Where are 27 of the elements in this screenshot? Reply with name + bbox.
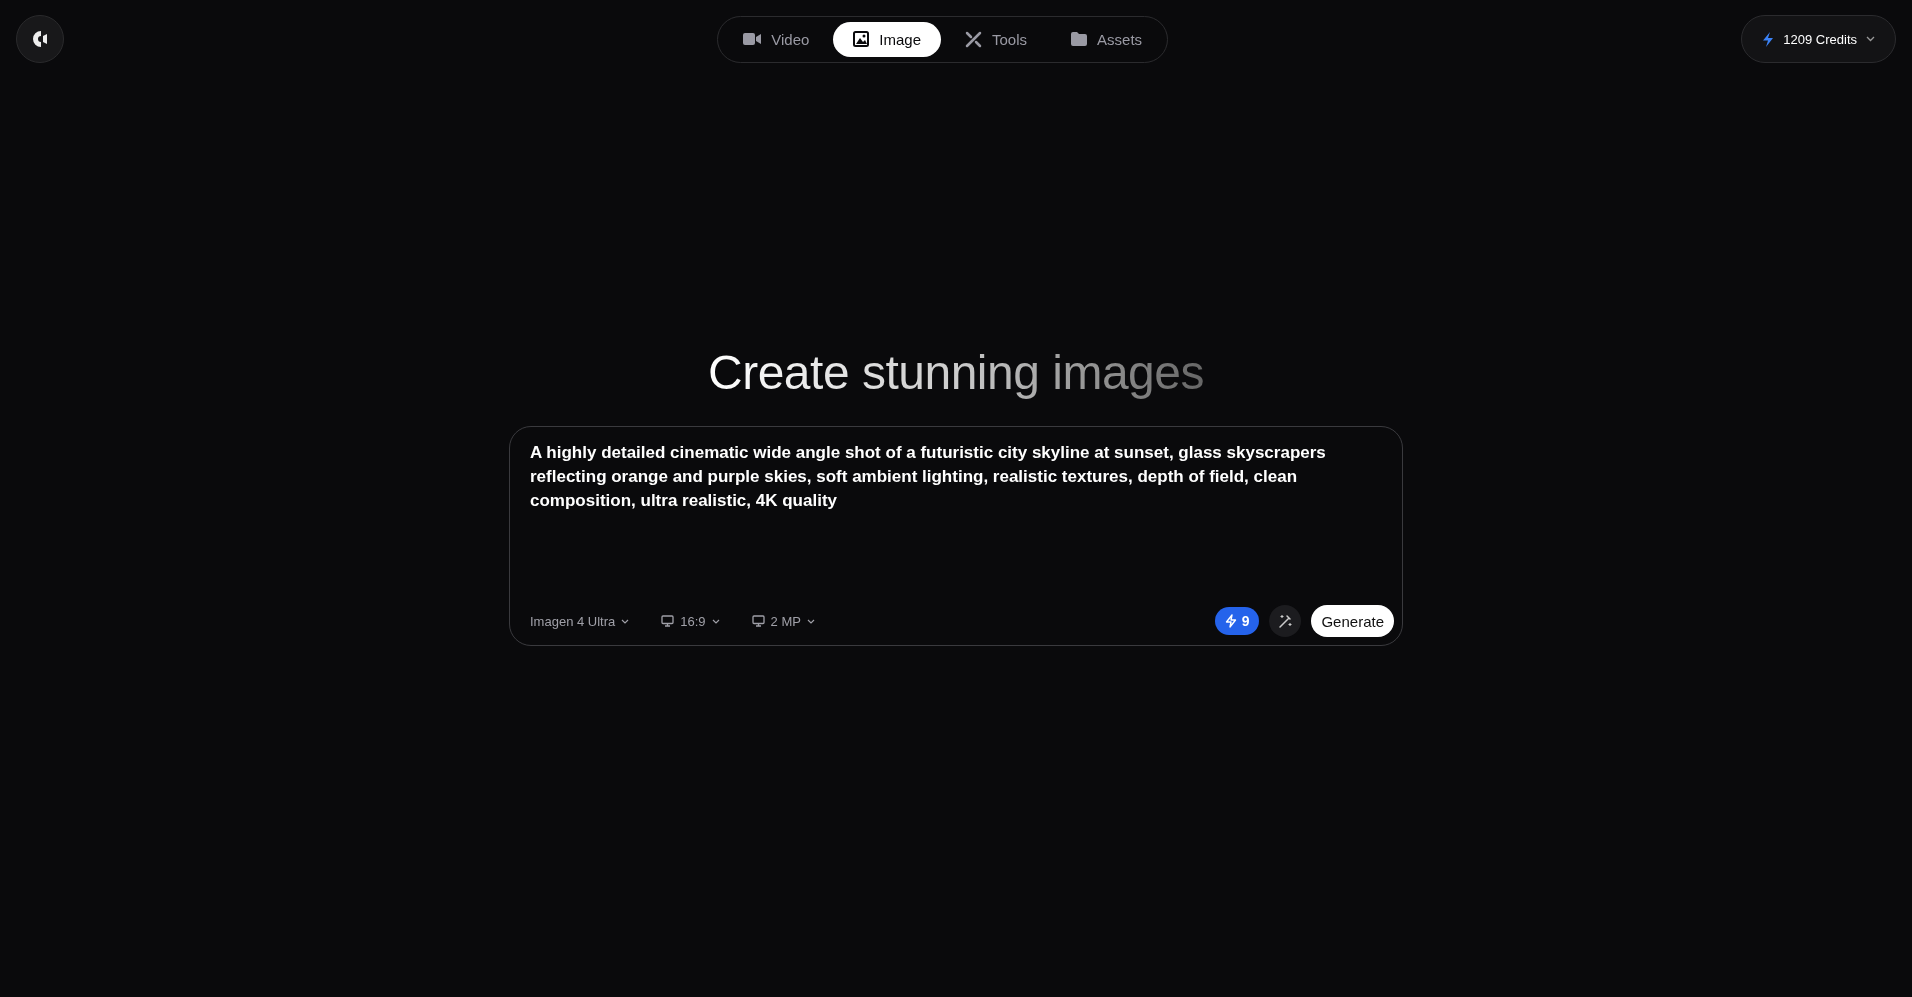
option-dropdown[interactable]: 2 MP — [751, 609, 829, 633]
chevron-down-icon — [806, 618, 815, 624]
chevron-down-icon — [711, 618, 720, 624]
generate-button[interactable]: Generate — [1311, 605, 1394, 637]
logo-button[interactable] — [16, 15, 64, 63]
logo-icon — [32, 30, 48, 48]
lightning-icon — [1762, 31, 1775, 47]
mode-tab[interactable]: Video — [723, 21, 830, 57]
monitor-icon — [661, 615, 675, 627]
mode-tab[interactable]: Image — [833, 21, 941, 57]
magic-wand-icon — [1277, 613, 1294, 629]
video-camera-icon — [743, 32, 762, 46]
chevron-down-icon — [1866, 36, 1875, 42]
monitor-icon — [751, 615, 765, 627]
lightning-icon — [1224, 614, 1237, 628]
mode-tab[interactable]: Tools — [945, 21, 1048, 57]
enhance-button[interactable] — [1269, 605, 1302, 637]
option-dropdown[interactable]: Imagen 4 Ultra — [530, 609, 644, 633]
cost-badge: 9 — [1214, 607, 1260, 635]
mode-tab[interactable]: Assets — [1051, 21, 1163, 57]
tools-icon — [965, 30, 982, 48]
image-icon — [853, 31, 870, 47]
folder-icon — [1071, 32, 1088, 46]
chevron-down-icon — [621, 618, 630, 624]
option-dropdown[interactable]: 16:9 — [661, 609, 734, 633]
credits-button[interactable]: 1209 Credits — [1741, 15, 1896, 63]
prompt-field[interactable]: A highly detailed cinematic wide angle shot of a futuristic city skyline at sunset, glass skyscrapers reflecting orange and purple skies, soft ambient lighting, realistic textures, depth of field, clean composition, ultra realistic, 4K quality Imagen 4 Ultra 16:9 2 MP 9 Generate — [509, 426, 1403, 646]
